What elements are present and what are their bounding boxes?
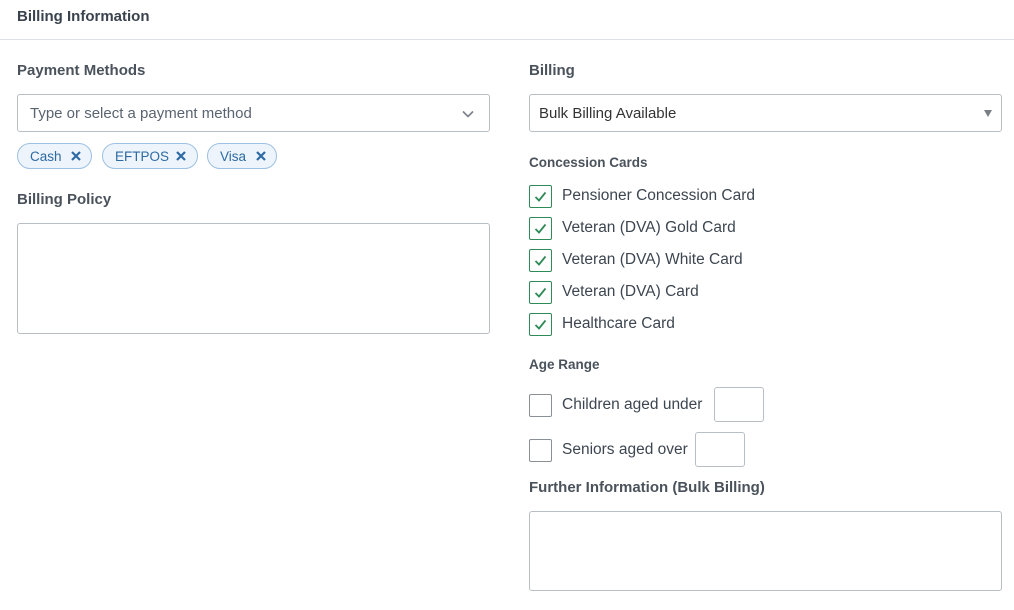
billing-label: Billing <box>529 62 575 79</box>
billing-policy-textarea[interactable] <box>17 223 490 334</box>
payment-tag-label: Cash <box>30 149 62 164</box>
checkmark-icon <box>534 287 547 298</box>
payment-tag-label: EFTPOS <box>115 149 170 164</box>
payment-tag-eftpos: EFTPOS <box>102 143 198 169</box>
concession-item-label: Veteran (DVA) White Card <box>562 251 743 268</box>
concession-item-label: Veteran (DVA) Card <box>562 283 699 300</box>
checkbox-unchecked[interactable] <box>529 439 552 462</box>
seniors-aged-over-label: Seniors aged over <box>562 441 688 458</box>
checkbox-checked[interactable] <box>529 185 552 208</box>
checkmark-icon <box>534 191 547 202</box>
further-info-textarea[interactable] <box>529 511 1002 591</box>
checkmark-icon <box>534 255 547 266</box>
checkbox-checked[interactable] <box>529 217 552 240</box>
chevron-down-icon[interactable] <box>461 107 475 121</box>
payment-tag-cash: Cash <box>17 143 92 169</box>
payment-method-placeholder: Type or select a payment method <box>30 105 252 122</box>
checkbox-checked[interactable] <box>529 281 552 304</box>
dropdown-arrow-icon <box>984 110 992 117</box>
billing-select[interactable]: Bulk Billing Available <box>529 94 1002 132</box>
section-header: Billing Information <box>0 0 1014 40</box>
remove-tag-icon[interactable] <box>255 150 267 162</box>
age-range-label: Age Range <box>529 357 600 372</box>
checkbox-checked[interactable] <box>529 313 552 336</box>
concession-item-label: Pensioner Concession Card <box>562 187 755 204</box>
billing-policy-label: Billing Policy <box>17 191 112 208</box>
section-title: Billing Information <box>17 8 150 25</box>
payment-method-input[interactable]: Type or select a payment method <box>17 94 490 132</box>
checkbox-unchecked[interactable] <box>529 394 552 417</box>
children-age-input[interactable] <box>714 387 764 422</box>
payment-methods-label: Payment Methods <box>17 62 146 79</box>
payment-tag-visa: Visa <box>207 143 277 169</box>
checkmark-icon <box>534 319 547 330</box>
billing-selected-value: Bulk Billing Available <box>539 105 677 122</box>
payment-tag-label: Visa <box>220 149 247 164</box>
concession-cards-label: Concession Cards <box>529 155 648 170</box>
checkmark-icon <box>534 223 547 234</box>
concession-item-label: Healthcare Card <box>562 315 675 332</box>
remove-tag-icon[interactable] <box>70 150 82 162</box>
checkbox-checked[interactable] <box>529 249 552 272</box>
concession-item-label: Veteran (DVA) Gold Card <box>562 219 736 236</box>
children-aged-under-label: Children aged under <box>562 396 703 413</box>
further-info-label: Further Information (Bulk Billing) <box>529 479 765 496</box>
remove-tag-icon[interactable] <box>175 150 187 162</box>
seniors-age-input[interactable] <box>695 432 745 467</box>
